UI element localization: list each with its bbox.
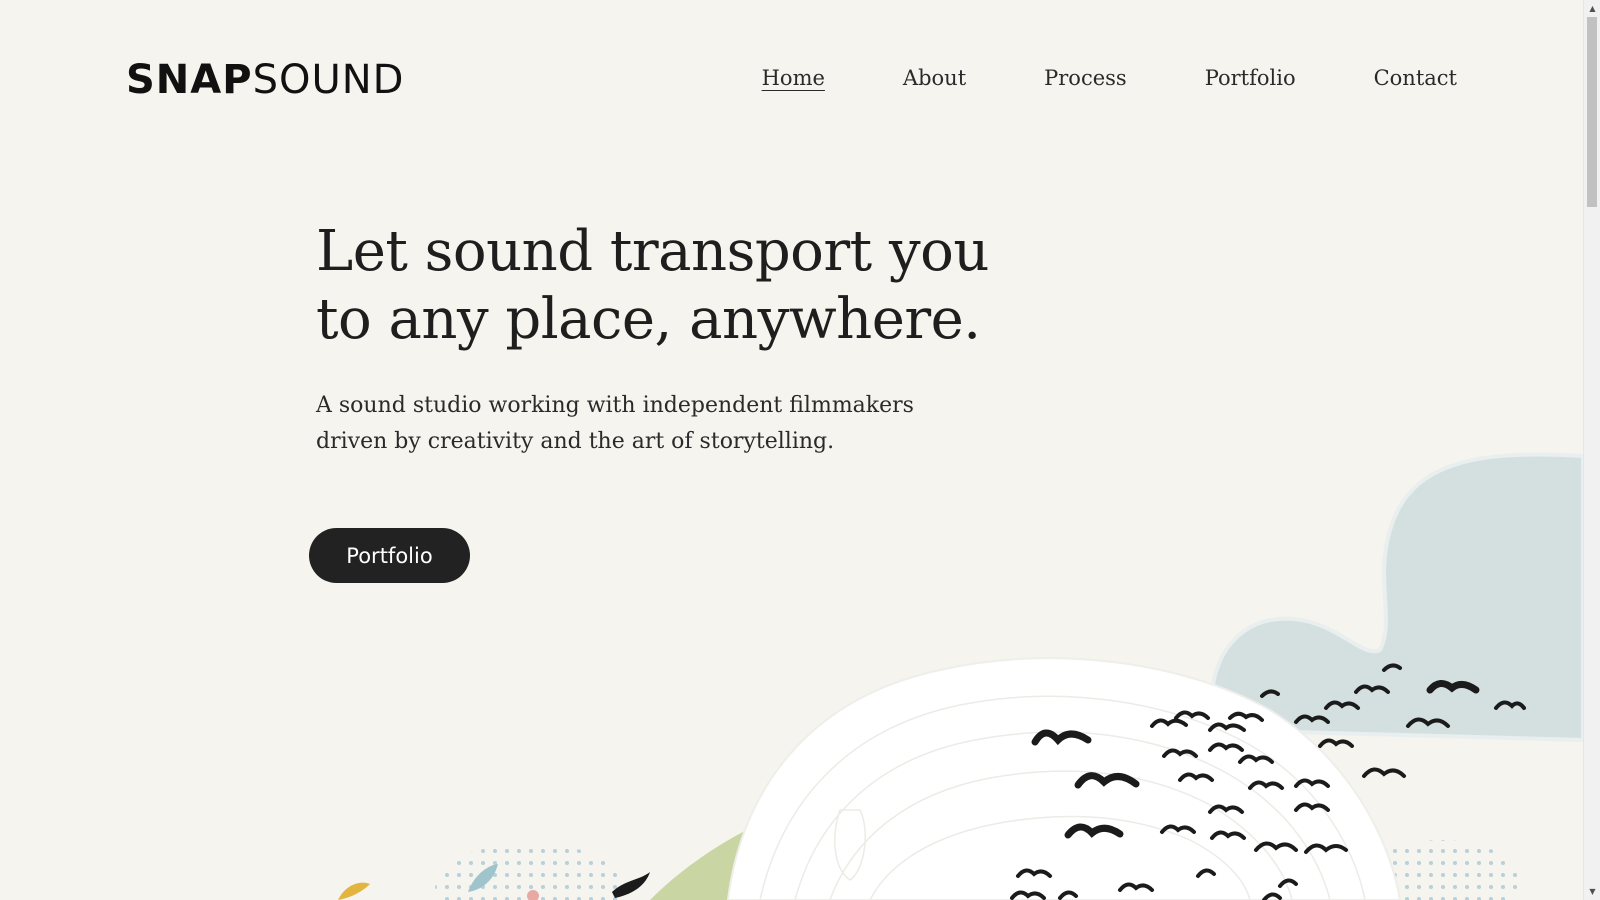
mound-contour-lines	[759, 695, 1366, 900]
flower-pink	[527, 890, 539, 900]
white-mound-shape	[726, 657, 1402, 900]
logo[interactable]: SNAPSOUND	[126, 56, 404, 104]
scroll-thumb[interactable]	[1587, 17, 1597, 207]
scroll-down-arrow-icon[interactable]: ▼	[1584, 883, 1600, 900]
green-hill-shape	[650, 810, 830, 900]
nav-about[interactable]: About	[903, 62, 966, 94]
nav-contact[interactable]: Contact	[1374, 62, 1457, 94]
main-nav: Home About Process Portfolio Contact	[762, 62, 1457, 94]
nav-portfolio[interactable]: Portfolio	[1205, 62, 1296, 94]
hero-subtitle-line-1: A sound studio working with independent …	[316, 393, 914, 418]
leaf-blue	[468, 864, 498, 892]
page: SNAPSOUND Home About Process Portfolio C…	[0, 0, 1583, 900]
leaf-yellow	[338, 882, 370, 900]
portfolio-button[interactable]: Portfolio	[309, 528, 470, 583]
logo-light-text: SOUND	[252, 57, 405, 103]
nav-home[interactable]: Home	[762, 62, 825, 94]
hero-title-line-1: Let sound transport you	[316, 219, 989, 284]
logo-bold-text: SNAP	[126, 57, 253, 103]
page-scrollbar[interactable]: ▲ ▼	[1583, 0, 1600, 900]
bird-ground	[612, 872, 650, 898]
dotted-patch-right	[1360, 840, 1520, 900]
hero-subtitle-line-2: driven by creativity and the art of stor…	[316, 429, 835, 454]
hero-illustration	[338, 452, 1583, 900]
hero-title-line-2: to any place, anywhere.	[316, 287, 981, 352]
nav-process[interactable]: Process	[1044, 62, 1127, 94]
hero-title: Let sound transport you to any place, an…	[316, 218, 1076, 354]
scroll-up-arrow-icon[interactable]: ▲	[1584, 0, 1600, 17]
hero-subtitle: A sound studio working with independent …	[316, 388, 956, 460]
blue-cloud-shape	[1210, 452, 1583, 743]
dotted-patch-left	[435, 843, 625, 900]
flock-of-birds	[1010, 663, 1526, 900]
